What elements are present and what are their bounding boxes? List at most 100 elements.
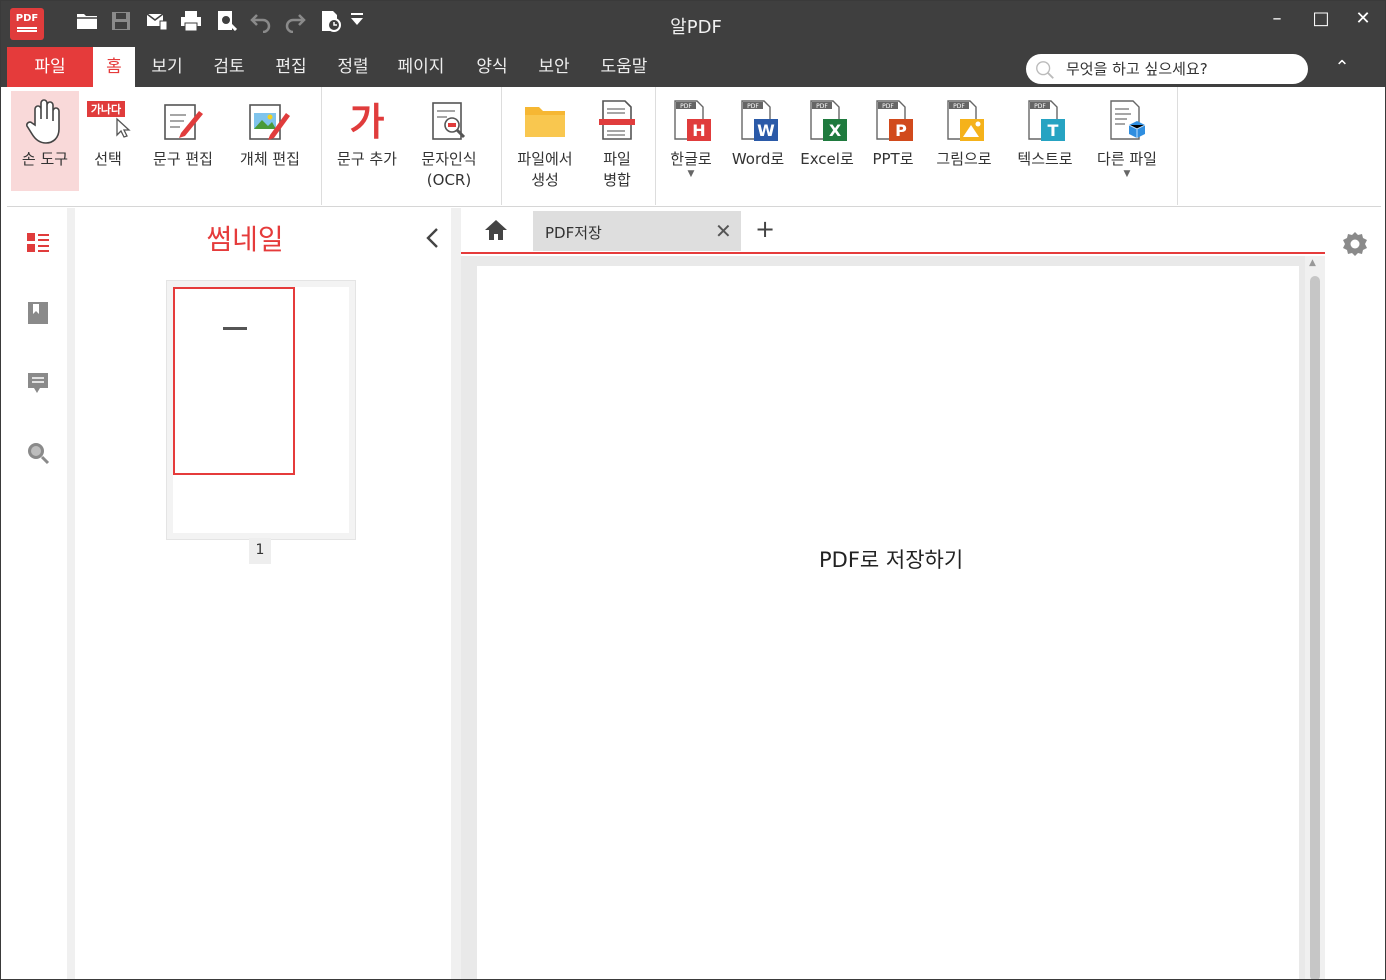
- hand-tool-button[interactable]: 손 도구: [11, 91, 79, 191]
- tab-view[interactable]: 보기: [141, 47, 193, 87]
- excel-letter: X: [829, 121, 842, 140]
- pdf-to-image-icon: PDF: [940, 95, 988, 145]
- add-text-icon: 가: [343, 95, 391, 145]
- undo-icon[interactable]: [249, 9, 275, 34]
- search-icon[interactable]: [25, 440, 51, 466]
- chevron-down-icon[interactable]: ▼: [1089, 170, 1165, 179]
- ribbon-divider: [501, 87, 502, 205]
- pdf-badge-text: PDF: [747, 103, 759, 110]
- hand-tool-label: 손 도구: [21, 150, 69, 168]
- tab-page[interactable]: 페이지: [389, 47, 453, 87]
- scroll-up-icon[interactable]: ▲: [1309, 258, 1316, 268]
- pdf-badge-text: PDF: [816, 103, 828, 110]
- page-viewer[interactable]: PDF로 저장하기 ▲: [461, 256, 1325, 979]
- home-icon[interactable]: [481, 216, 511, 246]
- merge-files-button[interactable]: 파일 병합: [591, 91, 643, 191]
- app-logo-line-icon: [17, 27, 37, 29]
- tab-file[interactable]: 파일: [7, 47, 93, 87]
- ribbon-toolbar: 손 도구 가나다 선택 문구 편집 개체 편집 가 문구 추가 문자인식 (OC…: [7, 87, 1381, 207]
- search-icon: [1036, 61, 1054, 79]
- add-text-button[interactable]: 가 문구 추가: [329, 91, 405, 191]
- print-preview-icon[interactable]: [215, 9, 241, 33]
- document-tab-label: PDF저장: [545, 224, 602, 242]
- select-button[interactable]: 가나다 선택: [85, 91, 131, 191]
- pdf-to-excel-icon: PDF X: [803, 95, 851, 145]
- page-thumbnail[interactable]: [166, 280, 356, 540]
- convert-to-ppt-button[interactable]: PDF P PPT로: [865, 91, 921, 191]
- add-tab-button[interactable]: +: [751, 216, 779, 244]
- tab-review[interactable]: 검토: [203, 47, 255, 87]
- pdf-to-hwp-icon: PDF H: [667, 95, 715, 145]
- search-placeholder: 무엇을 하고 싶으세요?: [1066, 60, 1208, 78]
- gear-icon[interactable]: [1341, 230, 1369, 258]
- merge-icon: [593, 95, 641, 145]
- panel-divider[interactable]: [451, 208, 461, 979]
- chevron-down-icon[interactable]: ▼: [661, 170, 721, 179]
- window-title: 알PDF: [670, 17, 722, 38]
- scrollbar-thumb[interactable]: [1310, 276, 1320, 979]
- tab-help[interactable]: 도움말: [591, 47, 657, 87]
- document-page[interactable]: PDF로 저장하기: [477, 266, 1299, 979]
- ppt-letter: P: [895, 121, 907, 140]
- tab-security[interactable]: 보안: [529, 47, 579, 87]
- convert-to-excel-button[interactable]: PDF X Excel로: [797, 91, 857, 191]
- convert-to-image-label: 그림으로: [936, 150, 992, 168]
- convert-to-image-button[interactable]: PDF 그림으로: [929, 91, 999, 191]
- ribbon-divider: [321, 87, 322, 205]
- page-content-text: PDF로 저장하기: [819, 548, 964, 572]
- document-tab[interactable]: PDF저장 ✕: [533, 211, 741, 251]
- recent-file-icon[interactable]: [319, 9, 345, 33]
- maximize-button[interactable]: □: [1301, 7, 1341, 31]
- select-text-icon: 가나다: [85, 95, 133, 145]
- hand-icon: [21, 95, 69, 145]
- convert-to-text-label: 텍스트로: [1017, 150, 1073, 168]
- tab-arrange[interactable]: 정렬: [327, 47, 379, 87]
- customize-dropdown-icon[interactable]: [347, 9, 373, 33]
- convert-to-hwp-label: 한글로: [670, 150, 712, 168]
- edit-text-button[interactable]: 문구 편집: [145, 91, 221, 191]
- tab-edit[interactable]: 편집: [265, 47, 317, 87]
- search-input[interactable]: 무엇을 하고 싶으세요?: [1026, 54, 1308, 84]
- app-logo[interactable]: PDF: [10, 8, 44, 40]
- hwp-letter: H: [692, 121, 705, 140]
- edit-object-button[interactable]: 개체 편집: [231, 91, 309, 191]
- edit-text-icon: [159, 95, 207, 145]
- tab-form[interactable]: 양식: [467, 47, 517, 87]
- convert-to-text-button[interactable]: PDF T 텍스트로: [1007, 91, 1083, 191]
- convert-to-other-label: 다른 파일: [1097, 150, 1157, 168]
- create-from-file-button[interactable]: 파일에서 생성: [509, 91, 581, 191]
- chevron-left-icon[interactable]: [421, 226, 445, 250]
- word-letter: W: [757, 121, 775, 140]
- redo-icon[interactable]: [283, 9, 309, 34]
- ribbon-divider: [1177, 87, 1178, 205]
- open-folder-icon[interactable]: [75, 9, 101, 33]
- comment-icon[interactable]: [25, 370, 51, 396]
- close-button[interactable]: ✕: [1343, 7, 1383, 31]
- panel-divider[interactable]: [67, 208, 75, 979]
- minimize-button[interactable]: –: [1257, 7, 1297, 31]
- thumbnail-page-preview: [173, 287, 349, 533]
- edit-text-label: 문구 편집: [153, 150, 213, 168]
- thumbnail-selection-frame: [173, 287, 295, 475]
- ocr-label-line1: 문자인식: [421, 150, 477, 168]
- thumbnail-list-icon[interactable]: [25, 230, 51, 256]
- convert-to-other-button[interactable]: 다른 파일 ▼: [1089, 91, 1165, 191]
- tab-home[interactable]: 홈: [93, 47, 135, 87]
- convert-to-word-button[interactable]: PDF W Word로: [727, 91, 789, 191]
- thumbnail-text-line: [223, 327, 247, 330]
- merge-files-line1: 파일: [603, 150, 631, 168]
- side-navigation: [7, 208, 67, 979]
- convert-to-hwp-button[interactable]: PDF H 한글로 ▼: [661, 91, 721, 191]
- bookmark-icon[interactable]: [25, 300, 51, 326]
- print-icon[interactable]: [179, 9, 205, 33]
- vertical-scrollbar[interactable]: ▲: [1305, 256, 1325, 979]
- ocr-icon: [425, 95, 473, 145]
- document-area: PDF저장 ✕ + PDF로 저장하기 ▲: [461, 208, 1381, 979]
- pdf-to-ppt-icon: PDF P: [869, 95, 917, 145]
- close-tab-icon[interactable]: ✕: [715, 219, 732, 243]
- email-icon[interactable]: [145, 9, 171, 33]
- collapse-ribbon-button[interactable]: ⌃: [1329, 55, 1355, 81]
- ocr-button[interactable]: 문자인식 (OCR): [413, 91, 485, 191]
- pdf-to-word-icon: PDF W: [734, 95, 782, 145]
- save-icon[interactable]: [109, 9, 135, 33]
